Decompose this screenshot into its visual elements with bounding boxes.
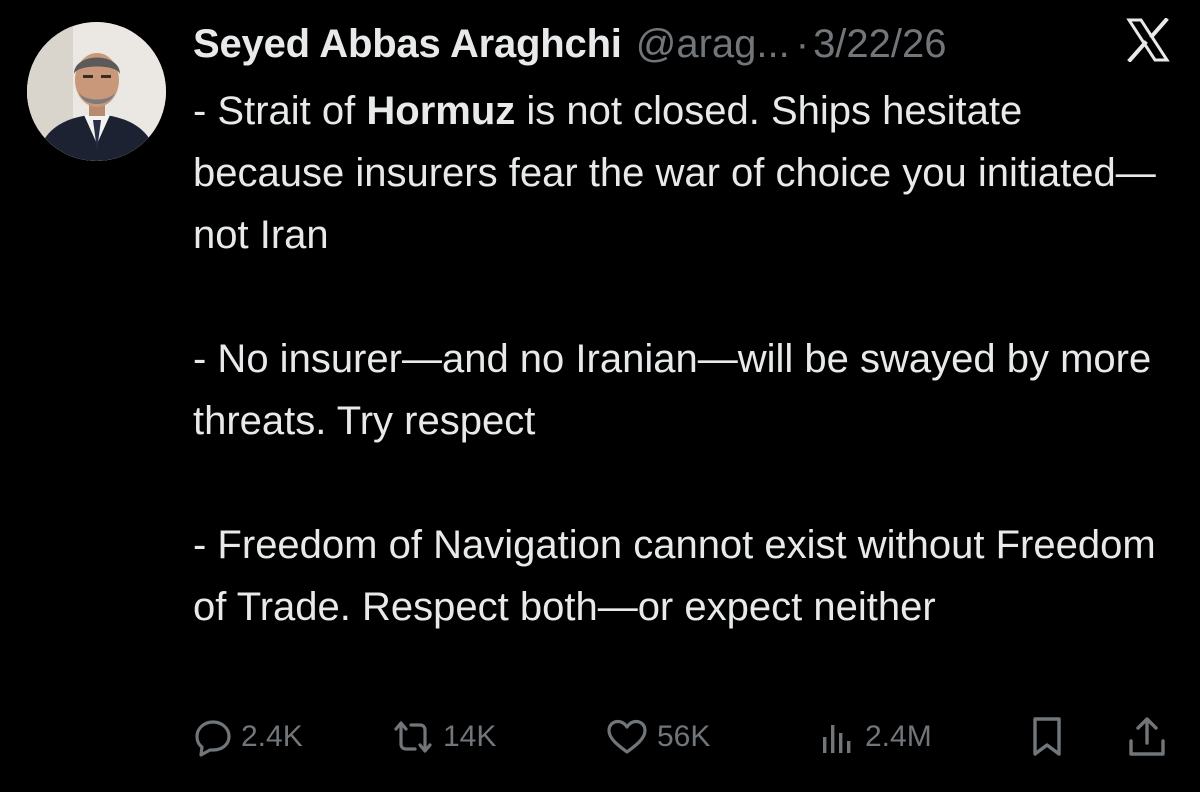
like-button[interactable]: 56K (605, 712, 710, 762)
profile-photo (27, 22, 166, 161)
like-count: 56K (657, 720, 711, 753)
share-icon (1129, 717, 1165, 756)
view-count: 2.4M (865, 720, 932, 753)
avatar[interactable] (27, 22, 166, 161)
action-bar: 2.4K 14K 56K 2.4M (193, 712, 1173, 762)
post-date[interactable]: 3/22/26 (813, 22, 946, 67)
tweet-header: Seyed Abbas Araghchi @arag... · 3/22/26 (193, 14, 947, 74)
heart-icon (607, 719, 647, 754)
author-name[interactable]: Seyed Abbas Araghchi (193, 22, 622, 67)
separator-dot: · (795, 21, 810, 66)
author-handle[interactable]: @arag... (636, 22, 790, 67)
paragraph-1: - Strait of Hormuz is not closed. Ships … (193, 80, 1168, 266)
repost-icon (394, 721, 432, 753)
views-button[interactable]: 2.4M (817, 712, 932, 762)
reply-button[interactable]: 2.4K (193, 712, 303, 762)
paragraph-1-start: - Strait of (193, 89, 367, 133)
hashtag-term: Hormuz (366, 89, 516, 133)
reply-count: 2.4K (241, 720, 303, 753)
reply-icon (195, 720, 231, 757)
share-button[interactable] (1125, 712, 1169, 762)
repost-count: 14K (443, 720, 497, 753)
tweet-card: Seyed Abbas Araghchi @arag... · 3/22/26 … (0, 0, 1200, 792)
paragraph-3: - Freedom of Navigation cannot exist wit… (193, 523, 1156, 629)
tweet-text: - Strait of Hormuz is not closed. Ships … (193, 80, 1168, 638)
paragraph-2: - No insurer—and no Iranian—will be sway… (193, 337, 1152, 443)
x-logo-icon (1126, 17, 1170, 63)
bookmark-icon (1033, 717, 1061, 756)
bookmark-button[interactable] (1027, 712, 1067, 762)
repost-button[interactable]: 14K (391, 712, 496, 762)
views-chart-icon (823, 725, 851, 753)
